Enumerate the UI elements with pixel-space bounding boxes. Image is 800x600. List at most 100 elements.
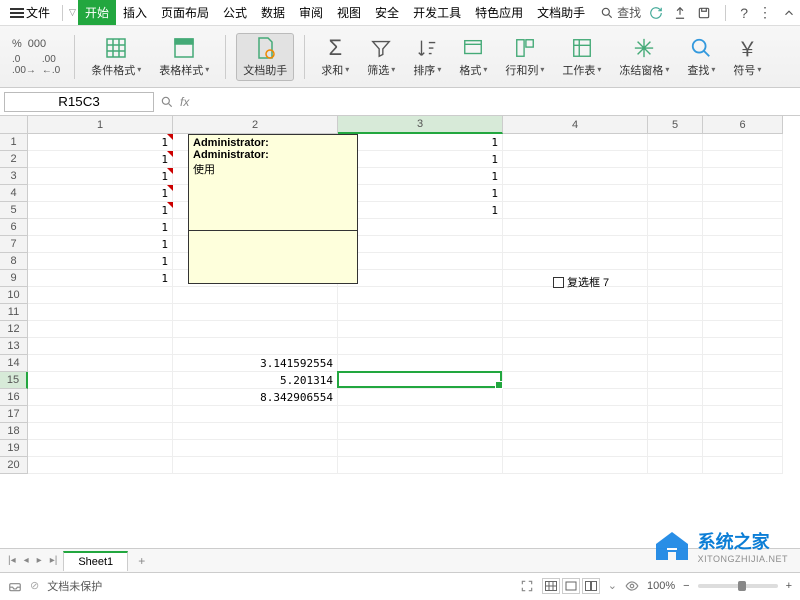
cell[interactable] bbox=[503, 406, 648, 423]
cell[interactable] bbox=[338, 457, 503, 474]
cell[interactable] bbox=[338, 440, 503, 457]
cell[interactable] bbox=[503, 321, 648, 338]
cell[interactable] bbox=[648, 321, 703, 338]
cell[interactable] bbox=[28, 440, 173, 457]
cell[interactable] bbox=[503, 202, 648, 219]
cell[interactable] bbox=[703, 219, 783, 236]
cell[interactable] bbox=[503, 423, 648, 440]
cell[interactable]: 1 bbox=[28, 185, 173, 202]
cell[interactable] bbox=[703, 236, 783, 253]
cell[interactable] bbox=[173, 287, 338, 304]
cell[interactable] bbox=[648, 270, 703, 287]
cell[interactable] bbox=[338, 270, 503, 287]
cell[interactable] bbox=[648, 287, 703, 304]
cell[interactable] bbox=[703, 321, 783, 338]
row-header[interactable]: 20 bbox=[0, 457, 28, 474]
fx-icon[interactable]: fx bbox=[180, 95, 189, 109]
zoom-thumb[interactable] bbox=[738, 581, 746, 591]
cell[interactable] bbox=[648, 423, 703, 440]
cell[interactable]: 1 bbox=[28, 253, 173, 270]
cell[interactable] bbox=[648, 338, 703, 355]
cell[interactable] bbox=[503, 440, 648, 457]
cell[interactable] bbox=[28, 338, 173, 355]
cell[interactable] bbox=[648, 236, 703, 253]
name-box[interactable] bbox=[4, 92, 154, 112]
dropdown-icon[interactable]: ▽ bbox=[69, 7, 76, 18]
row-header[interactable]: 9 bbox=[0, 270, 28, 287]
cell[interactable] bbox=[503, 253, 648, 270]
cell[interactable]: 1 bbox=[28, 202, 173, 219]
cond-format-button[interactable]: 条件格式▾ bbox=[85, 34, 147, 80]
cell[interactable]: 1 bbox=[338, 202, 503, 219]
column-header[interactable]: 6 bbox=[703, 116, 783, 134]
row-header[interactable]: 3 bbox=[0, 168, 28, 185]
cell[interactable] bbox=[703, 287, 783, 304]
cell[interactable] bbox=[503, 151, 648, 168]
view-breaks[interactable] bbox=[582, 578, 600, 594]
row-header[interactable]: 11 bbox=[0, 304, 28, 321]
column-header[interactable]: 1 bbox=[28, 116, 173, 134]
cell[interactable] bbox=[648, 219, 703, 236]
column-header[interactable]: 3 bbox=[338, 116, 503, 134]
cell[interactable] bbox=[503, 168, 648, 185]
cell[interactable]: 1 bbox=[338, 168, 503, 185]
row-header[interactable]: 18 bbox=[0, 423, 28, 440]
cell[interactable] bbox=[503, 355, 648, 372]
cell[interactable] bbox=[503, 338, 648, 355]
sheet-nav-prev[interactable]: ◂ bbox=[22, 555, 31, 566]
cell[interactable] bbox=[648, 440, 703, 457]
row-header[interactable]: 19 bbox=[0, 440, 28, 457]
read-mode-icon[interactable]: ⌄ bbox=[608, 579, 617, 592]
row-header[interactable]: 10 bbox=[0, 287, 28, 304]
zoom-in-button[interactable]: + bbox=[786, 580, 792, 592]
cell[interactable] bbox=[28, 355, 173, 372]
sheet-nav-first[interactable]: |◂ bbox=[6, 555, 18, 566]
doc-helper-button[interactable]: 文档助手 bbox=[236, 33, 294, 81]
function-search-icon[interactable] bbox=[160, 95, 174, 109]
row-header[interactable]: 13 bbox=[0, 338, 28, 355]
sheet-tab[interactable]: Sheet1 bbox=[63, 551, 128, 571]
cell[interactable] bbox=[503, 372, 648, 389]
cell[interactable] bbox=[648, 457, 703, 474]
cell[interactable] bbox=[28, 457, 173, 474]
cell[interactable] bbox=[703, 406, 783, 423]
view-page[interactable] bbox=[562, 578, 580, 594]
cell[interactable] bbox=[648, 304, 703, 321]
cell[interactable] bbox=[173, 457, 338, 474]
cell[interactable]: 1 bbox=[28, 236, 173, 253]
select-all-corner[interactable] bbox=[0, 116, 28, 134]
cell[interactable] bbox=[648, 389, 703, 406]
row-header[interactable]: 1 bbox=[0, 134, 28, 151]
tab-insert[interactable]: 插入 bbox=[116, 0, 154, 25]
more-icon[interactable]: ⋮ bbox=[758, 4, 772, 21]
format-button[interactable]: 格式▾ bbox=[453, 34, 493, 80]
cell[interactable] bbox=[648, 151, 703, 168]
cell[interactable] bbox=[28, 423, 173, 440]
tab-security[interactable]: 安全 bbox=[368, 0, 406, 25]
cell[interactable]: 3.141592554 bbox=[173, 355, 338, 372]
save-icon[interactable] bbox=[697, 6, 711, 20]
cell[interactable] bbox=[503, 304, 648, 321]
cell[interactable] bbox=[648, 372, 703, 389]
tab-featured[interactable]: 特色应用 bbox=[468, 0, 530, 25]
cell[interactable]: 1 bbox=[338, 151, 503, 168]
cell[interactable]: 1 bbox=[28, 270, 173, 287]
tab-view[interactable]: 视图 bbox=[330, 0, 368, 25]
search-button[interactable]: 查找 bbox=[594, 4, 647, 21]
cell[interactable]: 1 bbox=[28, 219, 173, 236]
column-header[interactable]: 4 bbox=[503, 116, 648, 134]
tab-page-layout[interactable]: 页面布局 bbox=[154, 0, 216, 25]
cell[interactable] bbox=[703, 440, 783, 457]
tab-review[interactable]: 审阅 bbox=[292, 0, 330, 25]
tab-doc-helper[interactable]: 文档助手 bbox=[530, 0, 592, 25]
cell[interactable] bbox=[703, 168, 783, 185]
sort-button[interactable]: 排序▾ bbox=[407, 34, 447, 80]
cells-area[interactable]: 8.3429065545.2013143.1415925541111111111… bbox=[28, 134, 800, 548]
cell[interactable]: 1 bbox=[28, 168, 173, 185]
cell[interactable] bbox=[338, 338, 503, 355]
cell[interactable] bbox=[703, 457, 783, 474]
cell[interactable] bbox=[173, 440, 338, 457]
cell[interactable]: 5.201314 bbox=[173, 372, 338, 389]
cell[interactable] bbox=[503, 389, 648, 406]
row-header[interactable]: 14 bbox=[0, 355, 28, 372]
